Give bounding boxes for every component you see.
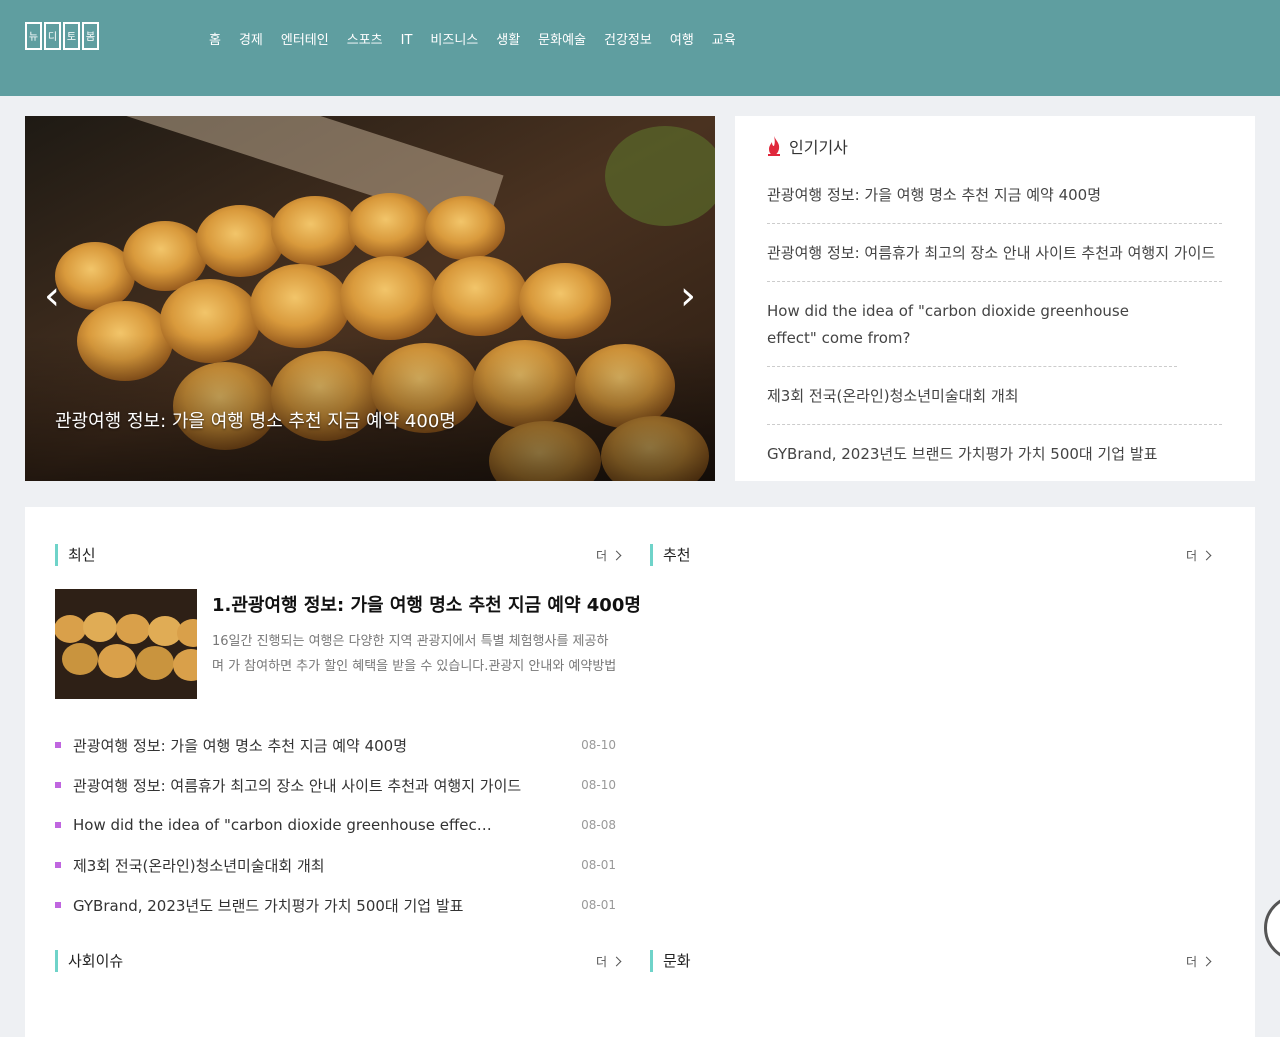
list-item-date: 08-01 xyxy=(581,898,616,912)
nav-item-business[interactable]: 비즈니스 xyxy=(430,30,478,52)
hot-article-item[interactable]: 제3회 전국(온라인)청소년미술대회 개최 xyxy=(767,383,1222,425)
list-item-date: 08-08 xyxy=(581,818,616,832)
nav-item-education[interactable]: 교육 xyxy=(712,30,736,52)
more-link[interactable]: 더 xyxy=(1185,953,1212,970)
hot-article-item[interactable]: 관광여행 정보: 가을 여행 명소 추천 지금 예약 400명 xyxy=(767,182,1222,224)
more-label: 더 xyxy=(1185,954,1197,969)
logo-char: 토 xyxy=(63,22,80,50)
more-link[interactable]: 더 xyxy=(595,547,622,564)
list-item-title[interactable]: 관광여행 정보: 가을 여행 명소 추천 지금 예약 400명 xyxy=(55,735,407,756)
more-link[interactable]: 더 xyxy=(1185,547,1212,564)
featured-thumbnail[interactable] xyxy=(55,589,197,699)
nav-item-health[interactable]: 건강정보 xyxy=(604,30,652,52)
section-title: 사회이슈 xyxy=(55,950,123,972)
featured-article[interactable]: 1.관광여행 정보: 가을 여행 명소 추천 지금 예약 400명 16일간 진… xyxy=(55,589,641,699)
site-header: 뉴 디 토 봄 홈 경제 엔터테인 스포츠 IT 비즈니스 생활 문화예술 건강… xyxy=(0,0,1280,96)
featured-image xyxy=(55,589,197,699)
list-item[interactable]: GYBrand, 2023년도 브랜드 가치평가 가치 500대 기업 발표 0… xyxy=(55,885,616,925)
nav-item-culture[interactable]: 문화예술 xyxy=(538,30,586,52)
list-item-date: 08-01 xyxy=(581,858,616,872)
latest-news-list: 관광여행 정보: 가을 여행 명소 추천 지금 예약 400명 08-10 관광… xyxy=(55,725,616,925)
logo-char: 봄 xyxy=(82,22,99,50)
section-header-latest: 최신 더 xyxy=(55,542,622,568)
section-header-culture: 문화 더 xyxy=(650,948,1212,974)
flame-icon xyxy=(768,136,780,156)
nav-item-it[interactable]: IT xyxy=(401,30,413,52)
carousel-next-button[interactable]: › xyxy=(673,276,703,316)
nav-item-entertainment[interactable]: 엔터테인 xyxy=(281,30,329,52)
section-header-recommend: 추천 더 xyxy=(650,542,1212,568)
list-item[interactable]: 관광여행 정보: 여름휴가 최고의 장소 안내 사이트 추천과 여행지 가이드 … xyxy=(55,765,616,805)
nav-item-home[interactable]: 홈 xyxy=(209,30,221,52)
logo-char: 디 xyxy=(44,22,61,50)
floating-action-button[interactable] xyxy=(1264,895,1280,961)
section-title: 최신 xyxy=(55,544,96,566)
featured-title[interactable]: 1.관광여행 정보: 가을 여행 명소 추천 지금 예약 400명 xyxy=(212,591,641,617)
list-item-title[interactable]: 제3회 전국(온라인)청소년미술대회 개최 xyxy=(55,855,325,876)
list-item-date: 08-10 xyxy=(581,778,616,792)
featured-description: 16일간 진행되는 여행은 다양한 지역 관광지에서 특별 체험행사를 제공하며… xyxy=(212,634,617,674)
more-label: 더 xyxy=(1185,548,1197,563)
list-item[interactable]: 제3회 전국(온라인)청소년미술대회 개최 08-01 xyxy=(55,845,616,885)
nav-item-travel[interactable]: 여행 xyxy=(670,30,694,52)
list-item-title[interactable]: 관광여행 정보: 여름휴가 최고의 장소 안내 사이트 추천과 여행지 가이드 xyxy=(55,775,521,796)
list-item[interactable]: How did the idea of "carbon dioxide gree… xyxy=(55,805,616,845)
chevron-right-icon xyxy=(611,956,622,966)
hero-carousel[interactable]: ‹ › 관광여행 정보: 가을 여행 명소 추천 지금 예약 400명 xyxy=(25,116,715,481)
hot-articles-heading: 인기기사 xyxy=(789,138,848,157)
hot-article-item[interactable]: How did the idea of "carbon dioxide gree… xyxy=(767,298,1177,367)
chevron-right-icon xyxy=(1201,956,1212,966)
more-link[interactable]: 더 xyxy=(595,953,622,970)
chevron-right-icon xyxy=(1201,550,1212,560)
nav-item-sports[interactable]: 스포츠 xyxy=(347,30,383,52)
more-label: 더 xyxy=(595,954,607,969)
carousel-caption[interactable]: 관광여행 정보: 가을 여행 명소 추천 지금 예약 400명 xyxy=(55,407,456,433)
logo-char: 뉴 xyxy=(25,22,42,50)
carousel-prev-button[interactable]: ‹ xyxy=(37,276,67,316)
hot-articles-panel: 인기기사 관광여행 정보: 가을 여행 명소 추천 지금 예약 400명 관광여… xyxy=(735,116,1255,481)
section-title: 추천 xyxy=(650,544,691,566)
site-logo[interactable]: 뉴 디 토 봄 xyxy=(25,22,99,50)
nav-item-life[interactable]: 생활 xyxy=(496,30,520,52)
list-item-title[interactable]: GYBrand, 2023년도 브랜드 가치평가 가치 500대 기업 발표 xyxy=(55,895,463,916)
section-title: 문화 xyxy=(650,950,691,972)
more-label: 더 xyxy=(595,548,607,563)
list-item[interactable]: 관광여행 정보: 가을 여행 명소 추천 지금 예약 400명 08-10 xyxy=(55,725,616,765)
list-item-title[interactable]: How did the idea of "carbon dioxide gree… xyxy=(55,816,492,834)
main-nav: 홈 경제 엔터테인 스포츠 IT 비즈니스 생활 문화예술 건강정보 여행 교육 xyxy=(200,30,745,52)
hot-articles-list: 관광여행 정보: 가을 여행 명소 추천 지금 예약 400명 관광여행 정보:… xyxy=(767,182,1222,498)
hot-articles-title: 인기기사 xyxy=(767,134,848,158)
section-header-social: 사회이슈 더 xyxy=(55,948,622,974)
hot-article-item[interactable]: GYBrand, 2023년도 브랜드 가치평가 가치 500대 기업 발표 xyxy=(767,441,1222,482)
content-panel: 최신 더 추천 더 1.관광여행 정보: 가을 여행 명소 추천 지금 예약 4… xyxy=(25,507,1255,1037)
chevron-right-icon xyxy=(611,550,622,560)
nav-item-economy[interactable]: 경제 xyxy=(239,30,263,52)
hot-article-item[interactable]: 관광여행 정보: 여름휴가 최고의 장소 안내 사이트 추천과 여행지 가이드 xyxy=(767,240,1222,282)
list-item-date: 08-10 xyxy=(581,738,616,752)
